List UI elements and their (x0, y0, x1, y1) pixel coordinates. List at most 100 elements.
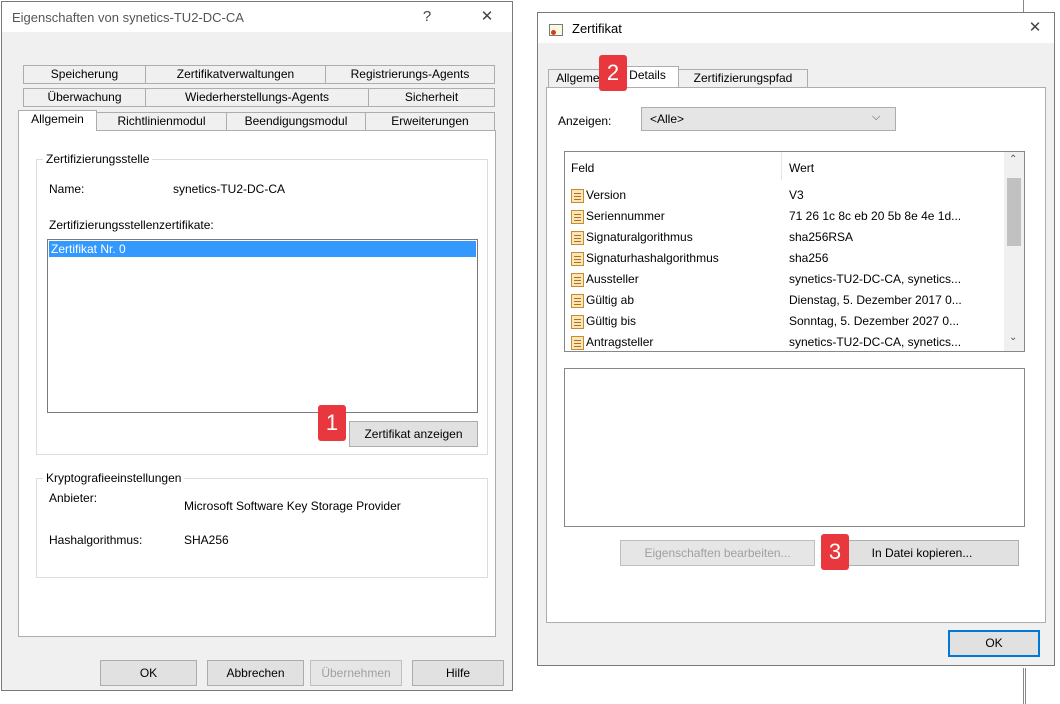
field-name: Signaturhashalgorithmus (586, 251, 719, 265)
apply-button[interactable]: Übernehmen (310, 660, 402, 686)
field-cell: Gültig bis (571, 311, 636, 332)
field-value: synetics-TU2-DC-CA, synetics... (789, 335, 962, 349)
certificate-field-icon (571, 209, 584, 224)
list-item[interactable]: Gültig ab Dienstag, 5. Dezember 2017 0... (565, 290, 1005, 311)
list-item[interactable]: Zertifikat Nr. 0 (49, 241, 476, 257)
field-cell: Antragsteller (571, 332, 654, 351)
copy-to-file-button[interactable]: In Datei kopieren... (825, 540, 1019, 566)
certs-listbox[interactable]: Zertifikat Nr. 0 (47, 239, 478, 413)
name-value: synetics-TU2-DC-CA (173, 182, 286, 196)
provider-value: Microsoft Software Key Storage Provider (184, 499, 401, 513)
field-cell: Version (571, 185, 626, 206)
allgemein-panel: Zertifizierungsstelle Name: synetics-TU2… (18, 130, 496, 637)
scroll-down-icon[interactable]: ⌄ (1009, 332, 1017, 343)
tab-zertifizierungspfad[interactable]: Zertifizierungspfad (678, 69, 808, 88)
certificate-field-icon (571, 335, 584, 350)
view-certificate-button[interactable]: Zertifikat anzeigen (349, 421, 478, 447)
cancel-button[interactable]: Abbrechen (207, 660, 304, 686)
certificate-field-icon (571, 293, 584, 308)
field-name: Aussteller (586, 272, 639, 286)
certificate-field-icon (571, 188, 584, 203)
tab-speicherung[interactable]: Speicherung (23, 65, 146, 84)
field-name: Version (586, 188, 627, 202)
edge-line (1023, 0, 1024, 12)
certificate-field-icon (571, 314, 584, 329)
tab-ueberwachung[interactable]: Überwachung (23, 88, 146, 107)
certificate-field-icon (571, 272, 584, 287)
listview-header: Feld Wert (565, 152, 1005, 180)
tab-wiederherstellungs-agents[interactable]: Wiederherstellungs-Agents (145, 88, 369, 107)
list-item[interactable]: Seriennummer 71 26 1c 8c eb 20 5b 8e 4e 1… (565, 206, 1005, 227)
properties-dialog: Eigenschaften von synetics-TU2-DC-CA ? ✕… (1, 1, 513, 691)
value-detail-box[interactable] (564, 368, 1025, 527)
properties-title: Eigenschaften von synetics-TU2-DC-CA (12, 10, 244, 25)
tab-richtlinienmodul[interactable]: Richtlinienmodul (96, 112, 227, 131)
provider-label: Anbieter: (49, 491, 98, 505)
field-cell: Seriennummer (571, 206, 665, 227)
certificate-dialog: Zertifikat ✕ Allgemein Details Zertifizi… (537, 12, 1055, 666)
step-badge-2: 2 (599, 55, 627, 91)
list-item[interactable]: Signaturalgorithmus sha256RSA (565, 227, 1005, 248)
field-value: Dienstag, 5. Dezember 2017 0... (789, 293, 962, 307)
certificate-field-icon (571, 251, 584, 266)
field-name: Seriennummer (586, 209, 665, 223)
field-name: Antragsteller (586, 335, 654, 349)
ok-button[interactable]: OK (100, 660, 197, 686)
field-cell: Signaturhashalgorithmus (571, 248, 719, 269)
step-badge-1: 1 (318, 405, 346, 441)
name-label: Name: (49, 182, 85, 196)
list-item[interactable]: Aussteller synetics-TU2-DC-CA, synetics..… (565, 269, 1005, 290)
field-cell: Gültig ab (571, 290, 634, 311)
show-label: Anzeigen: (558, 114, 612, 128)
show-select[interactable]: <Alle> ⌵ (641, 107, 896, 131)
ok-button[interactable]: OK (948, 630, 1040, 657)
details-panel: Anzeigen: <Alle> ⌵ Feld Wert Version V3 Se… (546, 87, 1046, 623)
close-icon[interactable]: ✕ (472, 6, 502, 28)
listview-rows: Version V3 Seriennummer 71 26 1c 8c eb 20 5… (565, 185, 1005, 351)
column-header-field[interactable]: Feld (571, 161, 594, 175)
tab-zertifikatverwaltungen[interactable]: Zertifikatverwaltungen (145, 65, 326, 84)
certificate-titlebar: Zertifikat ✕ (538, 13, 1054, 43)
certificate-title: Zertifikat (572, 21, 622, 36)
field-name: Gültig ab (586, 293, 635, 307)
help-icon[interactable]: ? (412, 6, 442, 28)
tab-sicherheit[interactable]: Sicherheit (368, 88, 495, 107)
crypto-group: Kryptografieeinstellungen Anbieter: Micr… (36, 471, 488, 578)
edit-properties-button[interactable]: Eigenschaften bearbeiten... (620, 540, 815, 566)
step-badge-3: 3 (821, 534, 849, 570)
certificate-app-icon (549, 24, 563, 36)
field-cell: Aussteller (571, 269, 639, 290)
field-value: Sonntag, 5. Dezember 2027 0... (789, 314, 960, 328)
list-item[interactable]: Signaturhashalgorithmus sha256 (565, 248, 1005, 269)
close-icon[interactable]: ✕ (1020, 17, 1050, 39)
field-value: sha256 (789, 251, 829, 265)
list-item[interactable]: Version V3 (565, 185, 1005, 206)
list-item[interactable]: Gültig bis Sonntag, 5. Dezember 2027 0... (565, 311, 1005, 332)
tab-beendigungsmodul[interactable]: Beendigungsmodul (226, 112, 366, 131)
show-select-value: <Alle> (650, 112, 685, 126)
list-item[interactable]: Antragsteller synetics-TU2-DC-CA, synetic… (565, 332, 1005, 351)
ca-group: Zertifizierungsstelle Name: synetics-TU2… (36, 152, 488, 455)
field-name: Signaturalgorithmus (586, 230, 693, 244)
properties-titlebar: Eigenschaften von synetics-TU2-DC-CA ? ✕ (2, 2, 512, 32)
fields-listview[interactable]: Feld Wert Version V3 Seriennummer 71 26 1c … (564, 151, 1025, 352)
field-value: 71 26 1c 8c eb 20 5b 8e 4e 1d... (789, 209, 962, 223)
scroll-up-icon[interactable]: ⌃ (1009, 154, 1017, 165)
field-value: synetics-TU2-DC-CA, synetics... (789, 272, 962, 286)
tab-allgemein[interactable]: Allgemein (18, 110, 97, 131)
field-value: sha256RSA (789, 230, 854, 244)
tab-erweiterungen[interactable]: Erweiterungen (365, 112, 495, 131)
field-cell: Signaturalgorithmus (571, 227, 693, 248)
column-divider (781, 152, 782, 180)
hash-label: Hashalgorithmus: (49, 533, 143, 547)
certificate-field-icon (571, 230, 584, 245)
field-value: V3 (789, 188, 804, 202)
certs-label: Zertifizierungsstellenzertifikate: (49, 218, 214, 232)
scrollbar[interactable]: ⌃ ⌄ (1004, 152, 1024, 351)
help-button[interactable]: Hilfe (412, 660, 504, 686)
scrollbar-thumb[interactable] (1007, 178, 1021, 246)
tab-registrierungs-agents[interactable]: Registrierungs-Agents (325, 65, 495, 84)
chevron-down-icon: ⌵ (872, 111, 881, 123)
hash-value: SHA256 (184, 533, 229, 547)
column-header-value[interactable]: Wert (789, 161, 814, 175)
